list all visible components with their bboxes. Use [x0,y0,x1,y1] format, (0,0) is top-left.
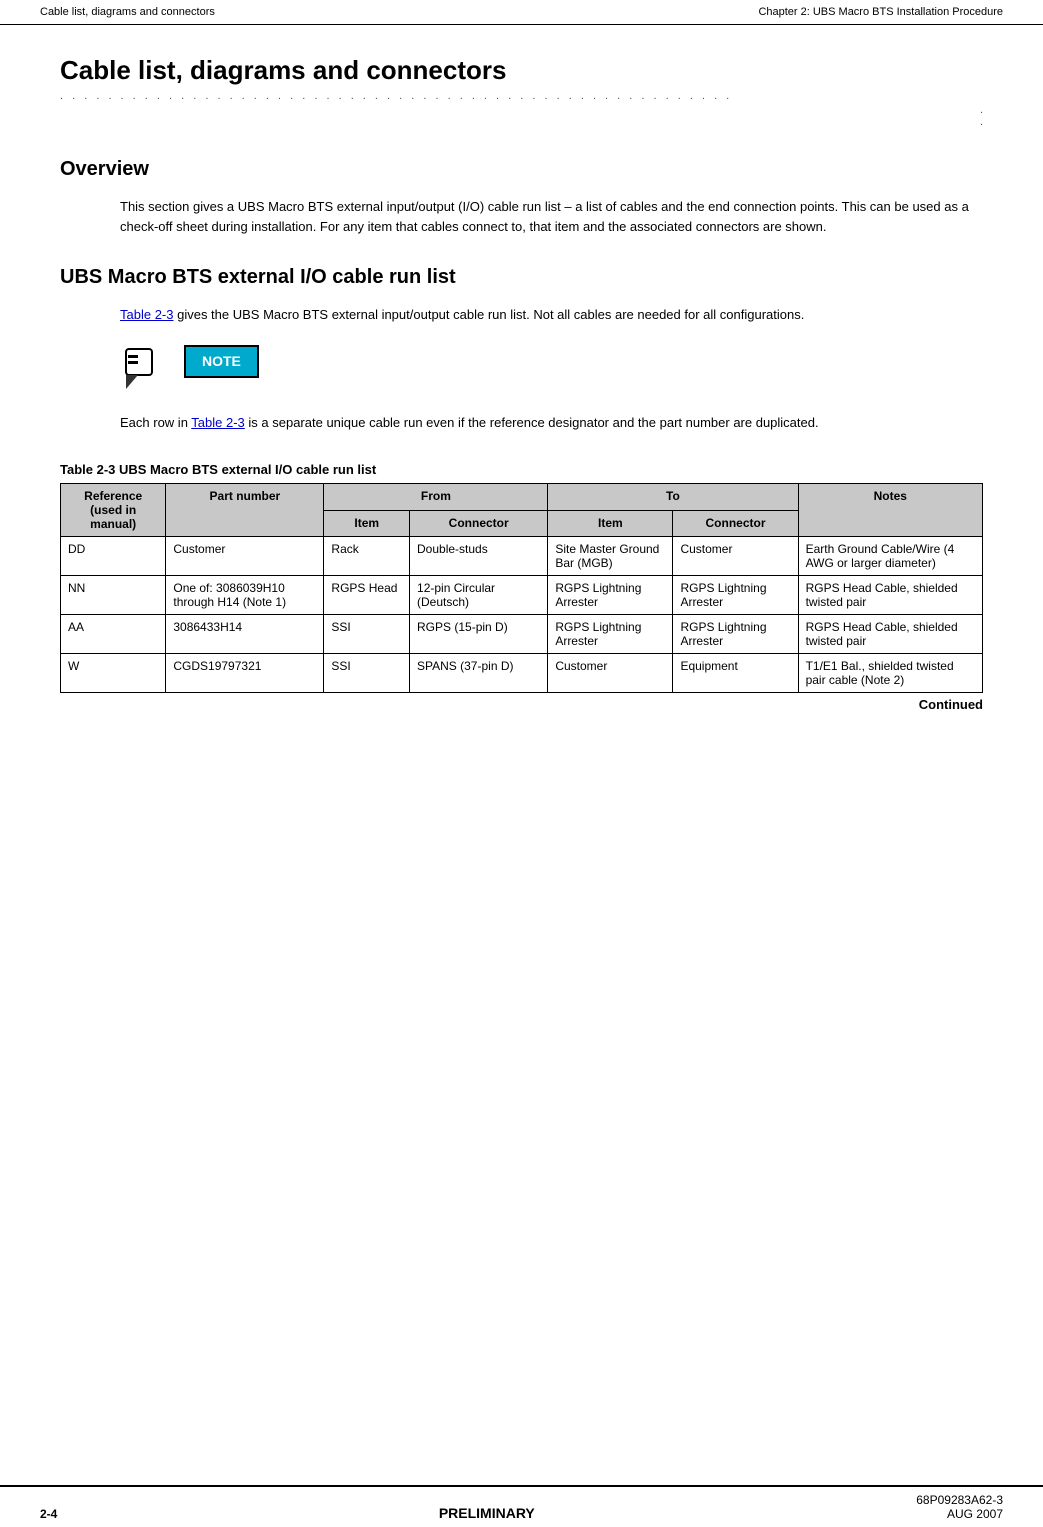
th-to-connector: Connector [673,510,798,537]
title-dots: . . . . . . . . . . . . . . . . . . . . … [60,90,983,102]
cable-table: Reference (used in manual) Part number F… [60,483,983,693]
cell-to-connector: RGPS Lightning Arrester [673,615,798,654]
cell-notes: RGPS Head Cable, shielded twisted pair [798,576,982,615]
cell-from-item: RGPS Head [324,576,410,615]
footer-right: 68P09283A62-3 AUG 2007 [916,1493,1003,1521]
table-intro: Table 2-3 gives the UBS Macro BTS extern… [120,305,983,325]
overview-heading: Overview [60,158,983,181]
footer-left: 2-4 [40,1507,57,1521]
cell-from-connector: Double-studs [410,537,548,576]
footer-center: PRELIMINARY [439,1505,535,1521]
cell-ref: AA [61,615,166,654]
header-bar: Cable list, diagrams and connectors Chap… [0,0,1043,25]
table-ref-link-intro[interactable]: Table 2-3 [120,307,173,322]
page-wrapper: Cable list, diagrams and connectors Chap… [0,0,1043,1527]
cell-from-item: SSI [324,654,410,693]
cell-to-connector: RGPS Lightning Arrester [673,576,798,615]
note-container: NOTE [120,345,983,397]
table-section-body: Table 2-3 gives the UBS Macro BTS extern… [120,305,983,432]
cell-to-item: Site Master Ground Bar (MGB) [548,537,673,576]
table-caption: Table 2-3 UBS Macro BTS external I/O cab… [60,462,983,477]
cell-from-connector: 12-pin Circular (Deutsch) [410,576,548,615]
cell-ref: W [61,654,166,693]
th-reference: Reference (used in manual) [61,484,166,537]
cell-from-item: SSI [324,615,410,654]
cell-to-connector: Equipment [673,654,798,693]
footer-bar: 2-4 PRELIMINARY 68P09283A62-3 AUG 2007 [0,1485,1043,1527]
cell-notes: Earth Ground Cable/Wire (4 AWG or larger… [798,537,982,576]
main-content: Cable list, diagrams and connectors . . … [0,25,1043,1485]
cell-notes: T1/E1 Bal., shielded twisted pair cable … [798,654,982,693]
th-to-item: Item [548,510,673,537]
cell-from-connector: RGPS (15-pin D) [410,615,548,654]
table-row: NN One of: 3086039H10 through H14 (Note … [61,576,983,615]
cell-notes: RGPS Head Cable, shielded twisted pair [798,615,982,654]
title-dots2: . . [60,104,983,128]
th-from: From [324,484,548,511]
table-row: DD Customer Rack Double-studs Site Maste… [61,537,983,576]
page-title: Cable list, diagrams and connectors [60,55,983,86]
overview-body: This section gives a UBS Macro BTS exter… [120,197,983,236]
table-section: Table 2-3 UBS Macro BTS external I/O cab… [60,462,983,712]
note-table-ref[interactable]: Table 2-3 [191,415,244,430]
cell-part: CGDS19797321 [166,654,324,693]
cell-to-connector: Customer [673,537,798,576]
th-notes: Notes [798,484,982,537]
note-icon [120,345,168,397]
note-text: Each row in Table 2-3 is a separate uniq… [120,413,983,433]
continued-label: Continued [919,697,983,712]
cell-part: 3086433H14 [166,615,324,654]
cell-ref: NN [61,576,166,615]
cell-ref: DD [61,537,166,576]
cell-to-item: RGPS Lightning Arrester [548,615,673,654]
th-part-number: Part number [166,484,324,537]
header-right: Chapter 2: UBS Macro BTS Installation Pr… [758,6,1003,18]
cell-from-item: Rack [324,537,410,576]
cell-from-connector: SPANS (37-pin D) [410,654,548,693]
cell-to-item: RGPS Lightning Arrester [548,576,673,615]
table-row: W CGDS19797321 SSI SPANS (37-pin D) Cust… [61,654,983,693]
table-row: AA 3086433H14 SSI RGPS (15-pin D) RGPS L… [61,615,983,654]
th-from-connector: Connector [410,510,548,537]
cell-to-item: Customer [548,654,673,693]
cell-part: One of: 3086039H10 through H14 (Note 1) [166,576,324,615]
th-from-item: Item [324,510,410,537]
note-badge: NOTE [184,345,259,378]
note-content: NOTE [184,345,259,378]
table-section-heading: UBS Macro BTS external I/O cable run lis… [60,266,983,289]
th-to: To [548,484,798,511]
header-left: Cable list, diagrams and connectors [40,6,215,18]
cell-part: Customer [166,537,324,576]
